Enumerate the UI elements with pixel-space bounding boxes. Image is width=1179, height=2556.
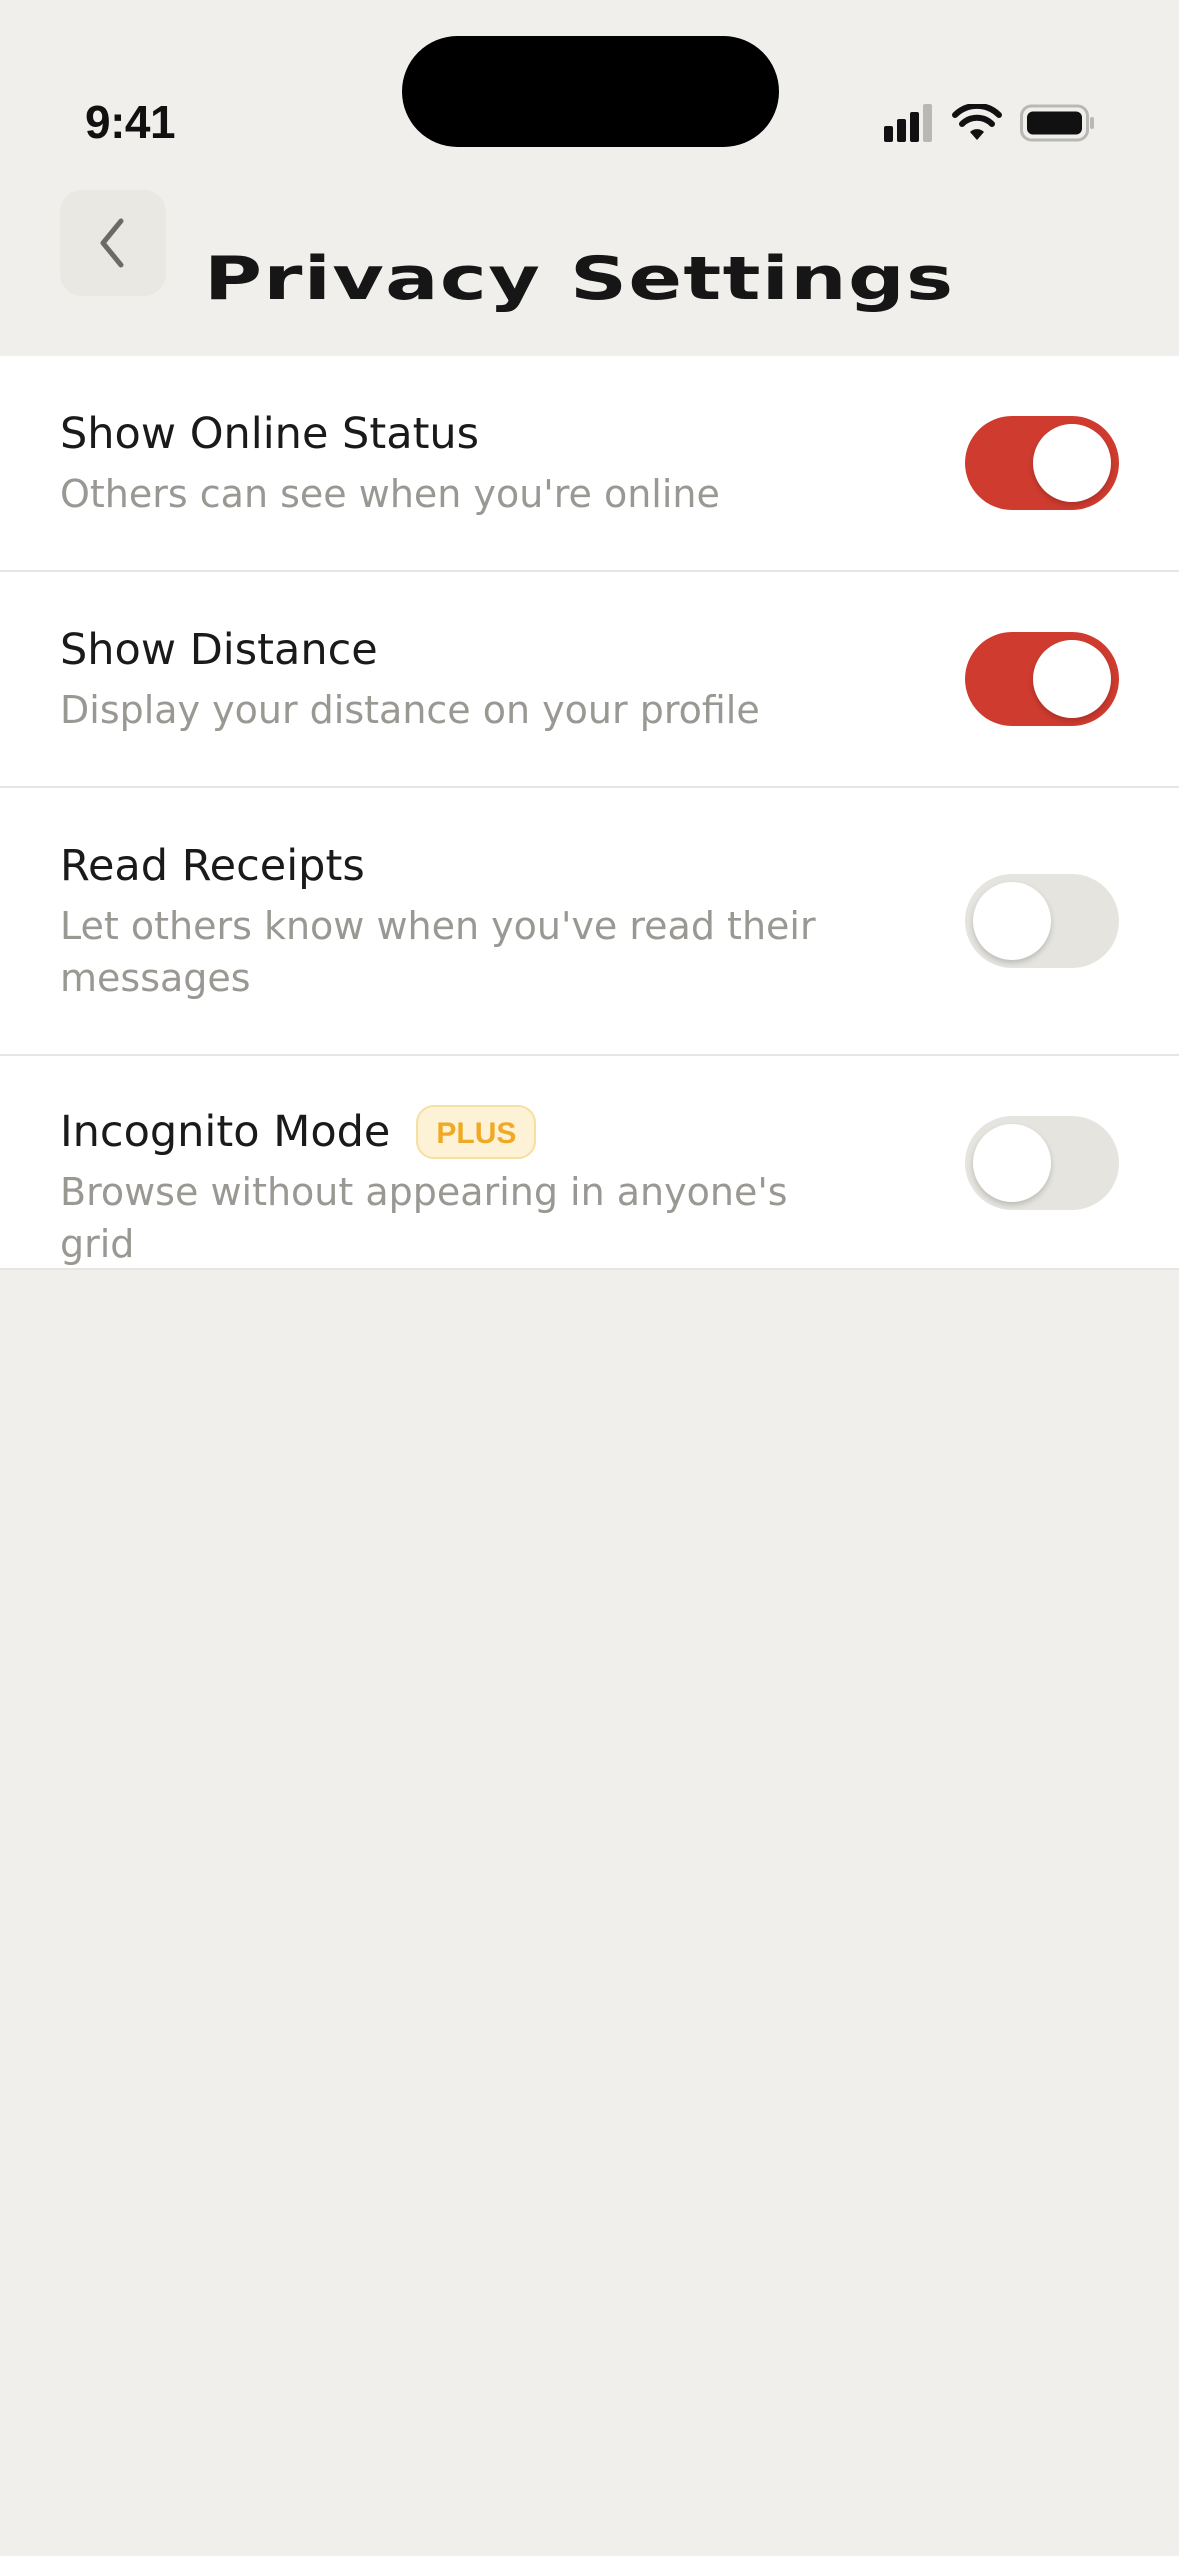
setting-title: Show Distance xyxy=(60,622,840,678)
setting-title-label: Read Receipts xyxy=(60,841,365,891)
setting-row-online-status: Show Online Status Others can see when y… xyxy=(0,356,1179,572)
settings-list: Show Online Status Others can see when y… xyxy=(0,356,1179,1270)
dynamic-island xyxy=(402,36,779,147)
battery-icon xyxy=(1020,104,1094,142)
page-title: Privacy Settings xyxy=(204,244,955,315)
nav-header: Privacy Settings xyxy=(0,180,1179,356)
setting-row-incognito-mode: Incognito Mode PLUS Browse without appea… xyxy=(0,1056,1179,1270)
back-button[interactable] xyxy=(60,190,166,296)
toggle-knob xyxy=(1033,424,1111,502)
toggle-knob xyxy=(1033,640,1111,718)
cellular-signal-icon xyxy=(884,104,932,142)
setting-title-label: Incognito Mode xyxy=(60,1107,391,1157)
setting-text: Incognito Mode PLUS Browse without appea… xyxy=(60,1104,840,1270)
setting-description: Others can see when you're online xyxy=(60,472,720,516)
status-time: 9:41 xyxy=(85,96,176,148)
toggle-knob xyxy=(973,882,1051,960)
setting-title: Incognito Mode PLUS xyxy=(60,1104,840,1160)
setting-title: Show Online Status xyxy=(60,406,840,462)
setting-description: Let others know when you've read their m… xyxy=(60,904,816,1000)
setting-title: Read Receipts xyxy=(60,838,840,894)
setting-text: Show Distance Display your distance on y… xyxy=(60,622,840,736)
online-status-toggle[interactable] xyxy=(965,416,1119,510)
show-distance-toggle[interactable] xyxy=(965,632,1119,726)
incognito-mode-toggle[interactable] xyxy=(965,1116,1119,1210)
setting-text: Show Online Status Others can see when y… xyxy=(60,406,840,520)
status-bar: 9:41 xyxy=(0,0,1179,180)
wifi-icon xyxy=(952,104,1002,140)
setting-title-label: Show Online Status xyxy=(60,409,480,459)
plus-badge: PLUS xyxy=(416,1105,537,1159)
setting-row-read-receipts: Read Receipts Let others know when you'v… xyxy=(0,788,1179,1056)
chevron-left-icon xyxy=(100,218,124,268)
setting-description: Display your distance on your profile xyxy=(60,688,760,732)
toggle-knob xyxy=(973,1124,1051,1202)
setting-description: Browse without appearing in anyone's gri… xyxy=(60,1170,788,1266)
read-receipts-toggle[interactable] xyxy=(965,874,1119,968)
setting-title-label: Show Distance xyxy=(60,625,378,675)
setting-row-show-distance: Show Distance Display your distance on y… xyxy=(0,572,1179,788)
setting-text: Read Receipts Let others know when you'v… xyxy=(60,838,840,1004)
